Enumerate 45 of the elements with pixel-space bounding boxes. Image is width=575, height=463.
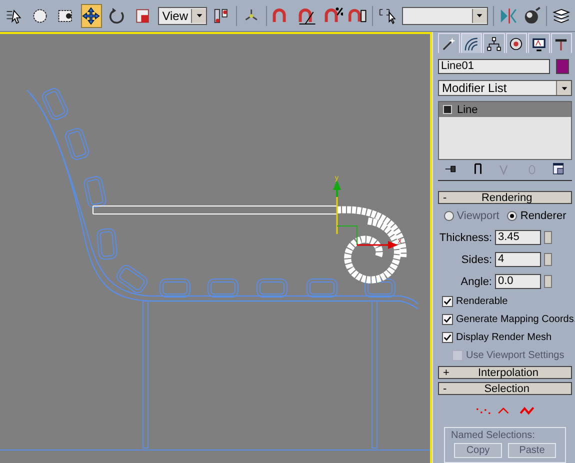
spinner-field[interactable]: 0.0 <box>495 274 541 289</box>
display-tab[interactable] <box>528 33 550 53</box>
rotate-arrow-icon <box>108 6 126 24</box>
motion-wheel-icon <box>508 36 524 52</box>
checkbox-option[interactable]: Renderable <box>442 296 572 307</box>
move-arrows-icon <box>82 6 100 24</box>
named-selection-dropdown[interactable] <box>402 6 488 24</box>
object-color-swatch[interactable] <box>556 59 569 74</box>
spinner-arrows[interactable] <box>544 231 552 244</box>
caret-icon <box>194 11 204 20</box>
mirror-icon <box>498 6 518 26</box>
monitor-icon <box>530 36 547 52</box>
view-dropdown[interactable]: View <box>158 6 208 24</box>
sphere-icon <box>522 6 542 26</box>
spinner-field[interactable]: 3.45 <box>495 230 541 245</box>
wand-icon <box>440 36 457 52</box>
hierarchy-icon <box>486 36 502 52</box>
radio-option[interactable]: Renderer <box>507 210 566 222</box>
angle-snap-magnet-icon <box>297 6 318 26</box>
hierarchy-tab[interactable] <box>483 33 504 53</box>
transform-gizmo[interactable] <box>333 180 398 249</box>
object-name-field[interactable]: Line01 <box>438 59 550 74</box>
caret-icon <box>475 11 484 20</box>
rollout-header[interactable]: - Rendering <box>438 191 572 204</box>
spinner-arrows[interactable] <box>544 253 552 266</box>
group-title: Named Selections: <box>451 430 536 441</box>
spinner-label: Angle: <box>460 276 492 288</box>
circle-selection-icon <box>31 6 50 24</box>
spinner-arrows[interactable] <box>544 275 552 288</box>
curve-icon <box>463 36 480 52</box>
select-arrow-icon <box>5 6 24 24</box>
stack-item[interactable]: Line <box>439 102 571 117</box>
rollout-header[interactable]: + Interpolation <box>438 366 572 379</box>
scale-square-icon <box>134 6 152 24</box>
rollout-header[interactable]: - Selection <box>438 382 572 395</box>
checkbox-option[interactable]: Display Render Mesh <box>442 332 572 343</box>
modifier-list-dropdown[interactable]: Modifier List <box>438 80 572 96</box>
spinner-field[interactable]: 4 <box>495 252 541 267</box>
spinner-label: Thickness: <box>439 232 492 244</box>
motion-tab[interactable] <box>506 33 527 53</box>
spinner-label: Sides: <box>461 254 492 266</box>
utilities-tab[interactable] <box>550 33 572 53</box>
create-tab[interactable] <box>438 33 460 53</box>
modify-tab[interactable] <box>460 33 482 53</box>
move-arrows-button[interactable] <box>81 4 102 28</box>
